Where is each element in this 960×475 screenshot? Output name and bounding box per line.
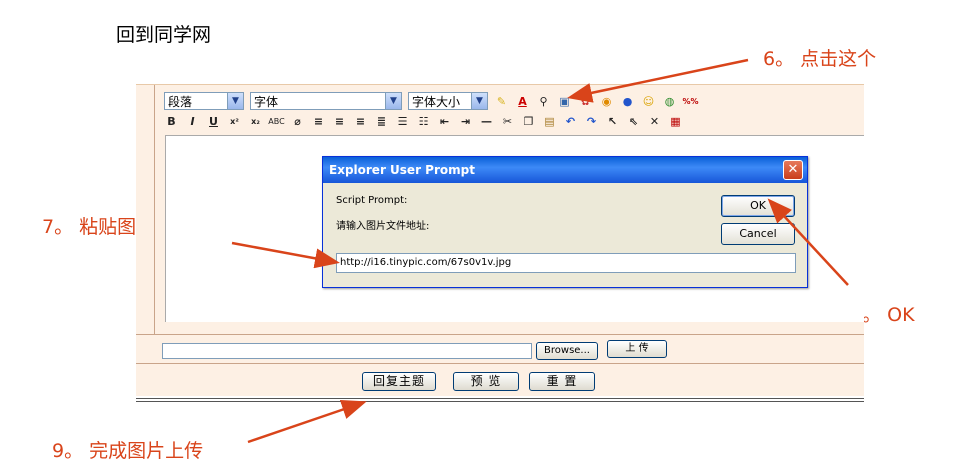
arrow-step-9	[247, 400, 367, 444]
align-left-icon[interactable]: ≡	[311, 114, 326, 129]
delete-icon[interactable]: ✕	[647, 114, 662, 129]
ordered-list-icon[interactable]: ☰	[395, 114, 410, 129]
script-prompt-label: Script Prompt:	[336, 195, 408, 206]
italic-icon[interactable]: I	[185, 114, 200, 129]
paragraph-select[interactable]: 段落 ▼	[164, 92, 244, 110]
redo-icon[interactable]: ↷	[584, 114, 599, 129]
file-path-input[interactable]	[162, 343, 532, 359]
outdent-icon[interactable]: ⇤	[437, 114, 452, 129]
horizontal-rule-icon[interactable]: —	[479, 114, 494, 129]
upload-button[interactable]: 上 传	[607, 340, 667, 358]
reset-button[interactable]: 重 置	[529, 372, 595, 391]
unordered-list-icon[interactable]: ☷	[416, 114, 431, 129]
link-icon[interactable]: ◍	[662, 94, 677, 109]
undo-icon[interactable]: ↶	[563, 114, 578, 129]
superscript-icon[interactable]: x²	[227, 114, 242, 129]
cut-icon[interactable]: ✂	[500, 114, 515, 129]
font-size-select[interactable]: 字体大小 ▼	[408, 92, 488, 110]
font-select[interactable]: 字体 ▼	[250, 92, 402, 110]
underline-icon[interactable]: U	[206, 114, 221, 129]
chevron-down-icon: ▼	[385, 93, 401, 109]
align-right-icon[interactable]: ≡	[353, 114, 368, 129]
annotation-step-6: 6。 点击这个	[763, 48, 877, 70]
insert-image-icon[interactable]: ▣	[557, 94, 572, 109]
font-color-icon[interactable]: A	[515, 94, 530, 109]
chevron-down-icon: ▼	[471, 93, 487, 109]
bold-icon[interactable]: B	[164, 114, 179, 129]
pointer-icon[interactable]: ↖	[605, 114, 620, 129]
ok-button[interactable]: OK	[721, 195, 795, 217]
spellcheck-icon[interactable]: ABC	[268, 114, 284, 129]
annotation-step-9: 9。 完成图片上传	[52, 440, 204, 462]
form-buttons-row: 回复主题 预 览 重 置	[136, 364, 864, 396]
reply-topic-button[interactable]: 回复主题	[362, 372, 436, 391]
find-icon[interactable]: ⚲	[536, 94, 551, 109]
prompt-message: 请输入图片文件地址:	[336, 221, 430, 232]
comment-icon[interactable]: ●	[620, 94, 635, 109]
flash-icon[interactable]: ✿	[578, 94, 593, 109]
subscript-icon[interactable]: x₂	[248, 114, 263, 129]
media-icon[interactable]: ◉	[599, 94, 614, 109]
align-center-icon[interactable]: ≡	[332, 114, 347, 129]
page-title: 回到同学网	[116, 24, 212, 46]
form-divider	[136, 398, 864, 402]
chevron-down-icon: ▼	[227, 93, 243, 109]
close-icon[interactable]: ✕	[783, 160, 803, 180]
select-icon[interactable]: ⇖	[626, 114, 641, 129]
copy-icon[interactable]: ❐	[521, 114, 536, 129]
highlight-icon[interactable]: ✎	[494, 94, 509, 109]
dialog-title-bar[interactable]: Explorer User Prompt ✕	[323, 157, 807, 183]
indent-icon[interactable]: ⇥	[458, 114, 473, 129]
emoticon-icon[interactable]: ☺	[641, 94, 656, 109]
justify-icon[interactable]: ≣	[374, 114, 389, 129]
editor-divider	[154, 85, 155, 335]
paste-icon[interactable]: ▤	[542, 114, 557, 129]
eraser-icon[interactable]: ⌀	[290, 114, 305, 129]
browse-button[interactable]: Browse...	[536, 342, 598, 360]
special-char-icon[interactable]: %%	[682, 94, 698, 109]
upload-row: Browse... 上 传	[136, 334, 864, 364]
image-url-input[interactable]: http://i16.tinypic.com/67s0v1v.jpg	[336, 253, 796, 273]
editor-toolbar: 段落 ▼ 字体 ▼ 字体大小 ▼ ✎ A ⚲ ▣ ✿ ◉ ● ☺ ◍ %% B …	[164, 91, 864, 133]
cancel-button[interactable]: Cancel	[721, 223, 795, 245]
dialog-title: Explorer User Prompt	[329, 163, 475, 177]
preview-button[interactable]: 预 览	[453, 372, 519, 391]
explorer-user-prompt-dialog: Explorer User Prompt ✕ Script Prompt: 请输…	[322, 156, 808, 288]
help-icon[interactable]: ▦	[668, 114, 683, 129]
